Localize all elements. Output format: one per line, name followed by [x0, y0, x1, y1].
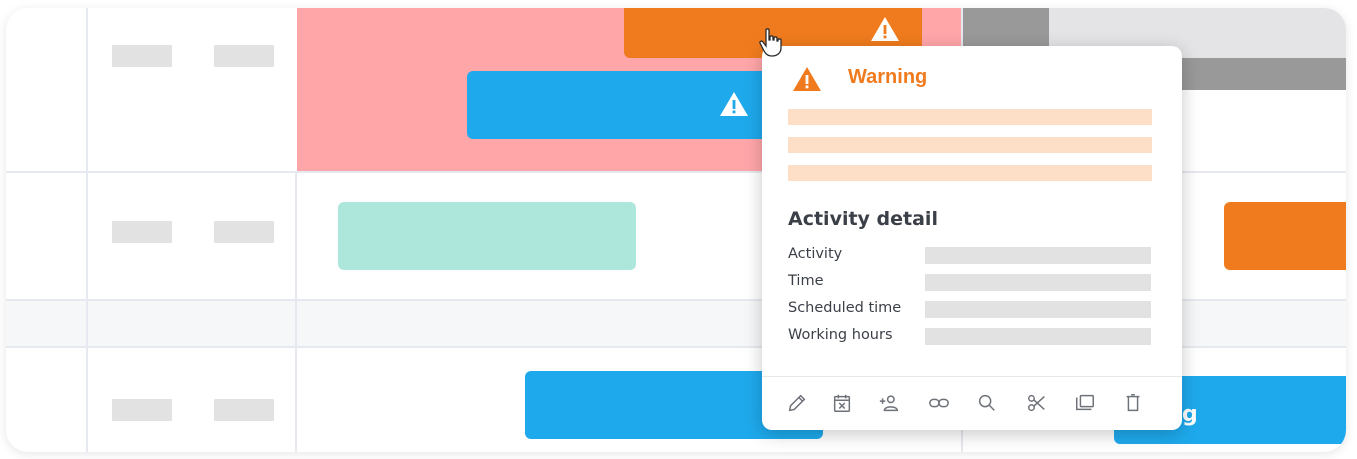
detail-value-scheduled-time — [925, 301, 1151, 318]
delete-button[interactable] — [1120, 390, 1146, 416]
search-button[interactable] — [974, 390, 1000, 416]
row-3-placeholder-a — [112, 399, 172, 421]
activity-bar-blue-top[interactable] — [467, 71, 767, 139]
detail-value-activity — [925, 247, 1151, 264]
detail-label-working-hours: Working hours — [788, 327, 893, 343]
detail-label-time: Time — [788, 273, 824, 289]
pencil-icon — [788, 394, 806, 412]
detail-label-activity: Activity — [788, 246, 843, 262]
detail-value-time — [925, 274, 1151, 291]
scissors-icon — [1028, 394, 1045, 412]
scheduler-grid: g Warning Activity detail Activity Time … — [6, 8, 1346, 452]
link-button[interactable] — [926, 390, 952, 416]
add-person-icon — [879, 395, 898, 412]
calendar-remove-icon — [833, 394, 851, 412]
trash-icon — [1126, 394, 1140, 412]
grid-line-v1 — [86, 8, 88, 452]
detail-label-scheduled-time: Scheduled time — [788, 300, 902, 316]
link-icon — [929, 398, 949, 408]
activity-detail-heading: Activity detail — [788, 208, 938, 230]
warning-icon — [871, 17, 899, 41]
copy-button[interactable] — [1072, 390, 1098, 416]
activity-bar-orange-right[interactable] — [1224, 202, 1346, 270]
warning-triangle-icon — [793, 67, 821, 91]
grid-line-v2 — [295, 171, 297, 452]
detail-value-working-hours — [925, 328, 1151, 345]
search-icon — [978, 394, 995, 411]
activity-popover: Warning Activity detail Activity Time Sc… — [762, 46, 1182, 430]
folder-icon — [1076, 394, 1094, 411]
hand-pointer-cursor-icon — [759, 28, 782, 57]
unschedule-button[interactable] — [829, 390, 855, 416]
popover-title: Warning — [848, 66, 928, 88]
split-button[interactable] — [1024, 390, 1050, 416]
activity-bar-label: g — [1182, 402, 1198, 427]
row-2-placeholder-a — [112, 221, 172, 243]
warning-icon — [720, 92, 748, 116]
assign-person-button[interactable] — [876, 390, 902, 416]
row-1-placeholder-a — [112, 45, 172, 67]
row-2-placeholder-b — [214, 221, 274, 243]
row-3-placeholder-b — [214, 399, 274, 421]
warning-message-line — [788, 165, 1152, 181]
toolbar-divider — [762, 376, 1182, 377]
activity-bar-mint[interactable] — [338, 202, 636, 270]
warning-message-line — [788, 137, 1152, 153]
edit-button[interactable] — [784, 390, 810, 416]
row-1-placeholder-b — [214, 45, 274, 67]
warning-message-line — [788, 109, 1152, 125]
